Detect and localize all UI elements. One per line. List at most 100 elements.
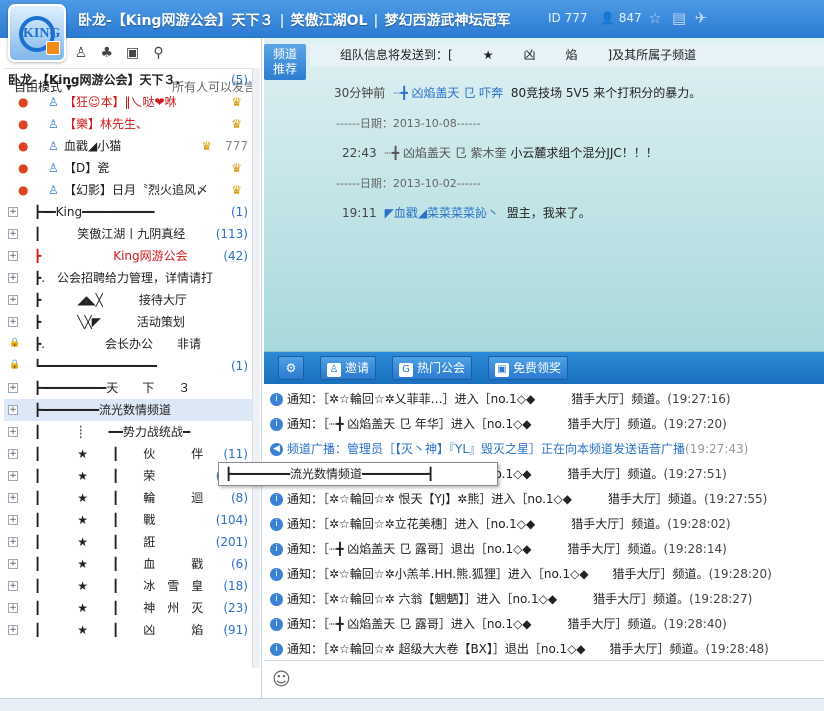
message-sender[interactable]: ┈╋ 凶焰盖天 ⺋ 吓奔 [393, 86, 503, 100]
expand-icon[interactable]: + [8, 493, 18, 503]
plane-icon[interactable]: ✈ [692, 9, 710, 27]
expand-icon[interactable]: + [8, 449, 18, 459]
expand-icon[interactable]: + [8, 273, 18, 283]
tab-label-2: 推荐 [272, 62, 297, 76]
tree-row[interactable]: + ┣ ╲╳◤ 活动策划 [4, 311, 252, 333]
expand-icon[interactable]: + [8, 251, 18, 261]
channel-count: (18) [223, 579, 248, 593]
tree-row[interactable]: + ┃ ★ ┃ 伙 伴 (11) [4, 443, 252, 465]
info-icon: i [270, 418, 283, 431]
settings-button[interactable]: ⚙ [278, 356, 304, 380]
expand-icon[interactable]: + [8, 559, 18, 569]
channel-name: ┣━━King━━━━━━━━━━ [34, 205, 155, 219]
tree-row[interactable]: + ┣━━King━━━━━━━━━━ (1) [4, 201, 252, 223]
expand-icon[interactable]: + [8, 427, 18, 437]
crown-icon: ♛ [231, 95, 242, 109]
date-separator: ------日期：2013-10-02------ [336, 177, 481, 190]
record-icon[interactable]: ▣ [124, 44, 142, 62]
lock-icon[interactable]: 🔒 [9, 339, 20, 348]
notice-time: (19:28:48) [705, 642, 769, 656]
message-text: 小云麓求组个混分JJC！！！ [510, 146, 658, 160]
notice-item: i 通知：［✲☆輪回☆✲ 恨天【YJ】✲熊］进入［no.1◇◆ 猎手大厅］频道。(… [270, 490, 767, 507]
expand-icon[interactable]: + [8, 625, 18, 635]
room-id: ID 777 [548, 11, 588, 25]
expand-icon[interactable]: + [8, 405, 18, 415]
notice-time: (19:28:02) [667, 517, 731, 531]
tree-row[interactable]: + ┃ ★ ┃ 冰 雪 皇 (18) [4, 575, 252, 597]
expand-icon[interactable]: + [8, 471, 18, 481]
chat-input[interactable]: ☺ [264, 660, 824, 698]
tree-row[interactable]: + ┃ ★ ┃ 凶 焰 (91) [4, 619, 252, 641]
user-count-value: 847 [618, 11, 642, 25]
broadcast-message: 22:43 ┈╋ 凶焰盖天 ⺋ 紫木奎 小云麓求组个混分JJC！！！ [342, 144, 658, 161]
tree-row[interactable]: + ┣━━━━━━━━流光数情频道 [4, 399, 252, 421]
expand-icon[interactable]: + [8, 207, 18, 217]
member-row[interactable]: ● ♙ 【樂】林先生、 ♛ [4, 113, 252, 135]
expand-icon[interactable]: + [8, 581, 18, 591]
search-icon[interactable]: ⚲ [149, 44, 167, 62]
expand-icon[interactable]: + [8, 537, 18, 547]
tree-row[interactable]: + ┣ ◢◣╳ 接待大厅 [4, 289, 252, 311]
invite-button[interactable]: ♙ 邀请 [320, 356, 377, 380]
skin-icon[interactable]: ▤ [670, 9, 688, 27]
expand-icon[interactable]: + [8, 515, 18, 525]
free-gift-button[interactable]: ▣ 免费领奖 [488, 356, 569, 380]
expand-icon[interactable]: + [8, 229, 18, 239]
channel-name: ┣ King网游公会 [34, 249, 188, 263]
tree-row[interactable]: + ┃ ★ ┃ 神 州 灭 (23) [4, 597, 252, 619]
channel-name: ┃ ★ ┃ 血 戳 [34, 557, 204, 571]
channel-count: (91) [223, 623, 248, 637]
member-name: 【幻影】日月〝烈火追风〆 [64, 183, 209, 197]
tree-row[interactable]: + ┣. 公会招聘给力管理，详情请打 [4, 267, 252, 289]
notice-text: 通知：［✲☆輪回☆✲立花美穗］进入［no.1◇◆ 猎手大厅］频道。 [287, 517, 668, 531]
notice-text: 通知：［┈╋ 凶焰盖天 ⺋ 露哥］进入［no.1◇◆ 猎手大厅］频道。 [287, 617, 664, 631]
contacts-icon[interactable]: ♙ [72, 44, 90, 62]
tree-row[interactable]: 卧龙-【King网游公会】天下３. (5) [4, 69, 252, 91]
expand-icon[interactable]: + [8, 383, 18, 393]
info-icon: i [270, 543, 283, 556]
info-icon: i [270, 518, 283, 531]
member-row[interactable]: ● ♙ 血戳◢小猫 ♛ 777 [4, 135, 252, 157]
tree-scrollbar[interactable] [252, 68, 260, 668]
notice-time: (19:27:51) [663, 467, 727, 481]
channel-count: 777 [225, 139, 248, 153]
tree-row[interactable]: 🔒 ┗━━━━━━━━━━━━━━━━ (1) [4, 355, 252, 377]
member-row[interactable]: ● ♙ 【幻影】日月〝烈火追风〆 ♛ [4, 179, 252, 201]
tree-row[interactable]: + ┃ ★ ┃ 戰 (104) [4, 509, 252, 531]
notice-text: 通知：［✲☆輪回☆✲小羔羊.HH.熊.狐狸］进入［no.1◇◆ 猎手大厅］频道。 [287, 567, 709, 581]
tree-row[interactable]: + ┃ ★ ┃ 輪 迴 (8) [4, 487, 252, 509]
guild-icon: G [399, 363, 413, 377]
channel-recommend-tab[interactable]: 频道 推荐 [264, 44, 306, 80]
tree-row[interactable]: + ┃ ★ ┃ 誑 (201) [4, 531, 252, 553]
tree-row[interactable]: + ┃ ★ ┃ 血 戳 (6) [4, 553, 252, 575]
tree-row[interactable]: 🔒 ┣. 会长办公 非请 [4, 333, 252, 355]
crown-icon: ♛ [231, 117, 242, 131]
tree-row[interactable]: + ┃ ┊ ━━势力战统战━ [4, 421, 252, 443]
channel-name: ┃ ★ ┃ 伙 伴 [34, 447, 204, 461]
member-row[interactable]: ● ♙ 【狂☺本】‖乀哒❤咻 ♛ [4, 91, 252, 113]
notice-item: i 通知：［┈╋ 凶焰盖天 ⺋ 年华］进入［no.1◇◆ 猎手大厅］频道。(19:… [270, 415, 727, 432]
message-sender[interactable]: ◤血戳◢菜菜菜菜訫丶 [385, 206, 499, 220]
expand-icon[interactable]: + [8, 295, 18, 305]
star-icon[interactable]: ☆ [646, 9, 664, 27]
channel-count: (8) [231, 491, 248, 505]
expand-icon[interactable]: + [8, 603, 18, 613]
tree-row[interactable]: + ┣ King网游公会 (42) [4, 245, 252, 267]
hot-guild-label: 热门公会 [417, 361, 466, 375]
lock-icon[interactable]: 🔒 [9, 361, 20, 370]
channel-count: (104) [215, 513, 248, 527]
tree-row[interactable]: +┃ ★ ┃ 荣(165) [4, 465, 252, 487]
channel-name: ┃ 笑傲江湖丨九阴真经 [34, 227, 186, 241]
message-sender[interactable]: ┈╋ 凶焰盖天 ⺋ 紫木奎 [385, 146, 507, 160]
crown-icon: ♛ [231, 183, 242, 197]
tree-row[interactable]: + ┃ 笑傲江湖丨九阴真经 (113) [4, 223, 252, 245]
tree-icon[interactable]: ♣ [98, 44, 116, 62]
channel-toolbar: ⚙ ♙ 邀请 G 热门公会 ▣ 免费领奖 [264, 352, 824, 384]
emoji-icon[interactable]: ☺ [272, 669, 291, 690]
member-row[interactable]: ● ♙ 【D】瓷 ♛ [4, 157, 252, 179]
tree-row[interactable]: + ┣━━━━━━━━━天 下 ３ [4, 377, 252, 399]
expand-icon[interactable]: + [8, 317, 18, 327]
speaker-icon: ◀ [270, 443, 283, 456]
hot-guild-button[interactable]: G 热门公会 [392, 356, 473, 380]
channel-name: ┃ ★ ┃ 凶 焰 [34, 623, 204, 637]
